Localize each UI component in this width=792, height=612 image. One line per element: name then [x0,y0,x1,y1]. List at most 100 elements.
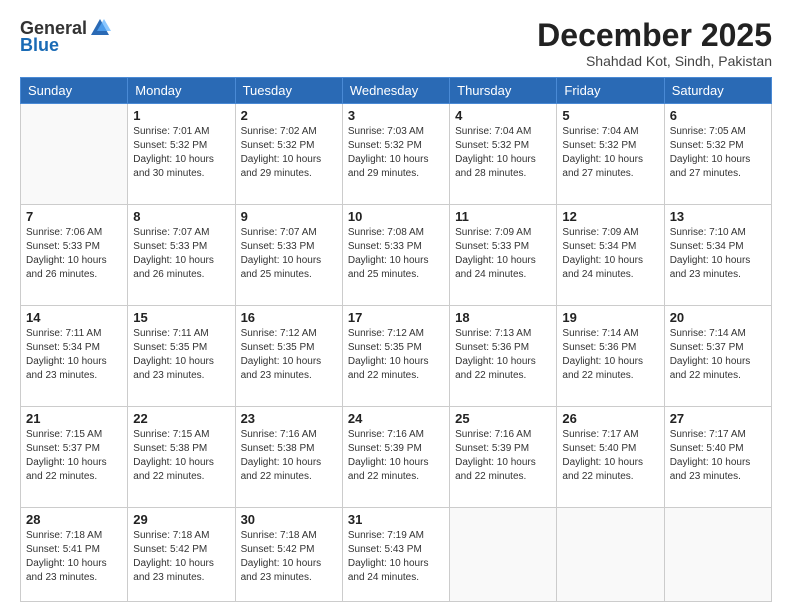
logo-icon [89,17,111,39]
day-info: Sunrise: 7:11 AM Sunset: 5:35 PM Dayligh… [133,327,229,383]
day-info: Sunrise: 7:17 AM Sunset: 5:40 PM Dayligh… [562,428,658,484]
month-title: December 2025 [537,18,772,53]
day-number: 11 [455,209,551,224]
day-info: Sunrise: 7:10 AM Sunset: 5:34 PM Dayligh… [670,226,766,282]
calendar-cell: 18 Sunrise: 7:13 AM Sunset: 5:36 PM Dayli… [450,306,557,407]
calendar-cell: 29Sunrise: 7:18 AM Sunset: 5:42 PM Dayli… [128,507,235,601]
calendar-header-wednesday: Wednesday [342,78,449,104]
logo: General Blue [20,18,111,56]
calendar-cell: 27 Sunrise: 7:17 AM Sunset: 5:40 PM Dayli… [664,407,771,508]
calendar-header-tuesday: Tuesday [235,78,342,104]
calendar-cell: 3 Sunrise: 7:03 AM Sunset: 5:32 PM Daylig… [342,104,449,205]
calendar-cell: 1Sunrise: 7:01 AM Sunset: 5:32 PM Daylig… [128,104,235,205]
logo-blue: Blue [20,35,59,56]
calendar-week-2: 7 Sunrise: 7:06 AM Sunset: 5:33 PM Daylig… [21,205,772,306]
day-number: 9 [241,209,337,224]
day-info: Sunrise: 7:15 AM Sunset: 5:37 PM Dayligh… [26,428,122,484]
day-info: Sunrise: 7:12 AM Sunset: 5:35 PM Dayligh… [241,327,337,383]
day-number: 26 [562,411,658,426]
day-number: 23 [241,411,337,426]
day-number: 24 [348,411,444,426]
day-number: 29 [133,512,229,527]
day-info: Sunrise: 7:09 AM Sunset: 5:33 PM Dayligh… [455,226,551,282]
calendar-header-thursday: Thursday [450,78,557,104]
day-number: 19 [562,310,658,325]
calendar-header-sunday: Sunday [21,78,128,104]
calendar-cell: 25 Sunrise: 7:16 AM Sunset: 5:39 PM Dayli… [450,407,557,508]
day-number: 5 [562,108,658,123]
calendar-cell [664,507,771,601]
calendar-cell: 2 Sunrise: 7:02 AM Sunset: 5:32 PM Daylig… [235,104,342,205]
calendar-cell: 21 Sunrise: 7:15 AM Sunset: 5:37 PM Dayli… [21,407,128,508]
day-number: 15 [133,310,229,325]
day-info: Sunrise: 7:13 AM Sunset: 5:36 PM Dayligh… [455,327,551,383]
calendar-header-saturday: Saturday [664,78,771,104]
calendar-cell: 14Sunrise: 7:11 AM Sunset: 5:34 PM Dayli… [21,306,128,407]
calendar-cell: 24 Sunrise: 7:16 AM Sunset: 5:39 PM Dayli… [342,407,449,508]
day-number: 7 [26,209,122,224]
day-number: 17 [348,310,444,325]
day-info: Sunrise: 7:16 AM Sunset: 5:39 PM Dayligh… [455,428,551,484]
day-number: 6 [670,108,766,123]
day-info: Sunrise: 7:14 AM Sunset: 5:37 PM Dayligh… [670,327,766,383]
calendar-cell: 15 Sunrise: 7:11 AM Sunset: 5:35 PM Dayli… [128,306,235,407]
page: General Blue December 2025 Shahdad Kot, … [0,0,792,612]
calendar-week-4: 21 Sunrise: 7:15 AM Sunset: 5:37 PM Dayli… [21,407,772,508]
day-number: 2 [241,108,337,123]
day-info: Sunrise: 7:11 AM Sunset: 5:34 PM Dayligh… [26,327,122,383]
day-info: Sunrise: 7:09 AM Sunset: 5:34 PM Dayligh… [562,226,658,282]
calendar-cell: 26 Sunrise: 7:17 AM Sunset: 5:40 PM Dayli… [557,407,664,508]
day-info: Sunrise: 7:03 AM Sunset: 5:32 PM Dayligh… [348,125,444,181]
calendar-cell [450,507,557,601]
calendar-header-row: SundayMondayTuesdayWednesdayThursdayFrid… [21,78,772,104]
calendar-week-1: 1Sunrise: 7:01 AM Sunset: 5:32 PM Daylig… [21,104,772,205]
location: Shahdad Kot, Sindh, Pakistan [537,53,772,69]
calendar-cell: 10Sunrise: 7:08 AM Sunset: 5:33 PM Dayli… [342,205,449,306]
day-info: Sunrise: 7:05 AM Sunset: 5:32 PM Dayligh… [670,125,766,181]
calendar-cell: 8Sunrise: 7:07 AM Sunset: 5:33 PM Daylig… [128,205,235,306]
day-number: 25 [455,411,551,426]
day-info: Sunrise: 7:16 AM Sunset: 5:38 PM Dayligh… [241,428,337,484]
day-info: Sunrise: 7:15 AM Sunset: 5:38 PM Dayligh… [133,428,229,484]
day-info: Sunrise: 7:19 AM Sunset: 5:43 PM Dayligh… [348,529,444,585]
calendar-cell: 31 Sunrise: 7:19 AM Sunset: 5:43 PM Dayli… [342,507,449,601]
day-number: 1 [133,108,229,123]
day-info: Sunrise: 7:06 AM Sunset: 5:33 PM Dayligh… [26,226,122,282]
calendar-cell: 6 Sunrise: 7:05 AM Sunset: 5:32 PM Daylig… [664,104,771,205]
day-info: Sunrise: 7:02 AM Sunset: 5:32 PM Dayligh… [241,125,337,181]
header: General Blue December 2025 Shahdad Kot, … [20,18,772,69]
day-info: Sunrise: 7:04 AM Sunset: 5:32 PM Dayligh… [455,125,551,181]
day-info: Sunrise: 7:04 AM Sunset: 5:32 PM Dayligh… [562,125,658,181]
day-number: 20 [670,310,766,325]
day-info: Sunrise: 7:14 AM Sunset: 5:36 PM Dayligh… [562,327,658,383]
day-info: Sunrise: 7:08 AM Sunset: 5:33 PM Dayligh… [348,226,444,282]
day-info: Sunrise: 7:18 AM Sunset: 5:42 PM Dayligh… [241,529,337,585]
calendar-cell: 13 Sunrise: 7:10 AM Sunset: 5:34 PM Dayli… [664,205,771,306]
day-info: Sunrise: 7:12 AM Sunset: 5:35 PM Dayligh… [348,327,444,383]
calendar-cell: 9 Sunrise: 7:07 AM Sunset: 5:33 PM Daylig… [235,205,342,306]
calendar-cell: 12 Sunrise: 7:09 AM Sunset: 5:34 PM Dayli… [557,205,664,306]
calendar-cell: 11 Sunrise: 7:09 AM Sunset: 5:33 PM Dayli… [450,205,557,306]
day-number: 13 [670,209,766,224]
title-block: December 2025 Shahdad Kot, Sindh, Pakist… [537,18,772,69]
calendar-cell: 19 Sunrise: 7:14 AM Sunset: 5:36 PM Dayli… [557,306,664,407]
day-number: 3 [348,108,444,123]
day-info: Sunrise: 7:16 AM Sunset: 5:39 PM Dayligh… [348,428,444,484]
day-number: 27 [670,411,766,426]
calendar-cell: 7 Sunrise: 7:06 AM Sunset: 5:33 PM Daylig… [21,205,128,306]
calendar: SundayMondayTuesdayWednesdayThursdayFrid… [20,77,772,602]
day-number: 31 [348,512,444,527]
day-info: Sunrise: 7:18 AM Sunset: 5:41 PM Dayligh… [26,529,122,585]
day-number: 12 [562,209,658,224]
day-number: 16 [241,310,337,325]
calendar-cell: 16 Sunrise: 7:12 AM Sunset: 5:35 PM Dayli… [235,306,342,407]
calendar-cell: 30Sunrise: 7:18 AM Sunset: 5:42 PM Dayli… [235,507,342,601]
calendar-header-friday: Friday [557,78,664,104]
day-number: 18 [455,310,551,325]
calendar-header-monday: Monday [128,78,235,104]
day-number: 21 [26,411,122,426]
day-info: Sunrise: 7:07 AM Sunset: 5:33 PM Dayligh… [241,226,337,282]
calendar-cell: 22Sunrise: 7:15 AM Sunset: 5:38 PM Dayli… [128,407,235,508]
calendar-cell: 5 Sunrise: 7:04 AM Sunset: 5:32 PM Daylig… [557,104,664,205]
day-info: Sunrise: 7:17 AM Sunset: 5:40 PM Dayligh… [670,428,766,484]
